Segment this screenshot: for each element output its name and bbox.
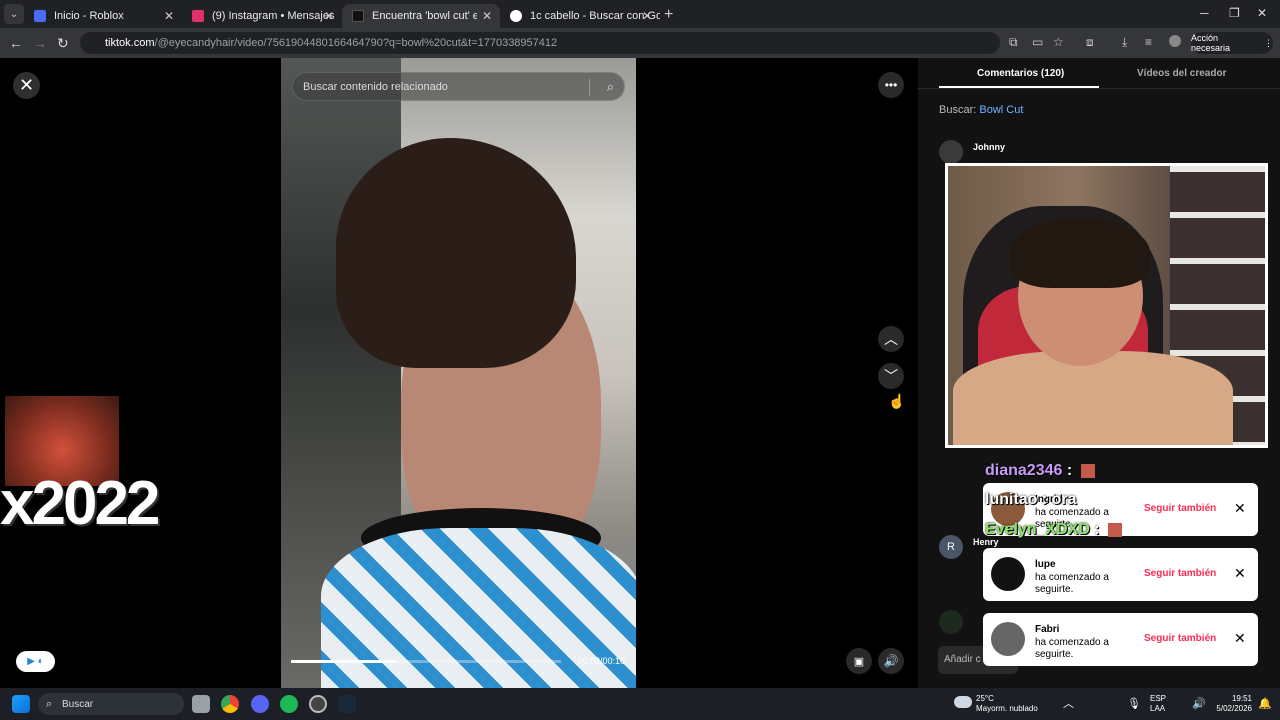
microphone-icon[interactable]: 🎙 (1127, 699, 1141, 710)
taskbar-search[interactable]: Buscar (38, 693, 184, 715)
close-icon[interactable]: ✕ (164, 9, 174, 23)
forward-icon[interactable]: → (33, 35, 47, 51)
tab-tiktok[interactable]: Encuentra 'bowl cut' en Tik ✕ (342, 4, 500, 28)
search-suggestion[interactable]: Buscar: Bowl Cut (939, 104, 1023, 116)
google-icon (510, 10, 522, 22)
chrome-icon[interactable] (221, 695, 239, 713)
tab-creator-videos[interactable]: Vídeos del creador (1137, 68, 1226, 79)
mouse-cursor-icon: ☝ (888, 393, 906, 409)
instagram-icon (192, 10, 204, 22)
floating-player-button[interactable]: ▣ (846, 648, 872, 674)
pip-toggle[interactable]: ▶ ◐ (16, 651, 55, 672)
follow-back-button[interactable]: Seguir también (1144, 633, 1216, 644)
video-progress-fill (291, 660, 397, 663)
translate-icon[interactable]: ⧉ (1009, 35, 1018, 50)
weather-icon[interactable] (954, 696, 972, 708)
profile-avatar[interactable] (1169, 35, 1181, 47)
tiktok-icon (352, 10, 364, 22)
tab-roblox[interactable]: Inicio - Roblox ✕ (24, 4, 182, 28)
tab-comments[interactable]: Comentarios (120) (977, 68, 1064, 79)
avatar (991, 557, 1025, 591)
spotify-icon[interactable] (280, 695, 298, 713)
minimize-button[interactable]: ─ (1200, 6, 1209, 20)
close-icon[interactable]: ✕ (1234, 565, 1246, 582)
close-icon[interactable]: ✕ (324, 9, 334, 23)
avatar (991, 622, 1025, 656)
emote-icon (1080, 463, 1095, 478)
cast-icon[interactable]: ▭ (1032, 35, 1043, 49)
notifications-icon[interactable]: 🔔 (1258, 699, 1272, 710)
webcam-overlay (945, 163, 1268, 448)
related-search-input[interactable]: Buscar contenido relacionado ⌕ (292, 72, 625, 101)
address-bar[interactable]: tiktok.com/@eyecandyhair/video/756190448… (80, 32, 1000, 54)
window-close-button[interactable]: ✕ (1257, 6, 1267, 20)
weather-widget[interactable]: 25°C Mayorm. nublado (976, 694, 1038, 714)
avatar[interactable]: R (939, 535, 963, 559)
avatar[interactable] (939, 610, 963, 634)
follow-back-button[interactable]: Seguir también (1144, 568, 1216, 579)
clock[interactable]: 19:51 5/02/2026 (1216, 694, 1252, 714)
chat-message: diana2346 : (985, 462, 1095, 480)
avatar[interactable] (939, 140, 963, 164)
tab-google[interactable]: 1c cabello - Buscar con Google ✕ (500, 4, 660, 28)
emote-icon (1108, 522, 1123, 537)
volume-tray-icon[interactable]: 🔊 (1192, 699, 1206, 710)
search-icon: ⌕ (46, 698, 53, 710)
maximize-button[interactable]: ❐ (1229, 6, 1240, 20)
chat-message: lunitao : ora (985, 491, 1077, 508)
close-icon[interactable]: ✕ (1234, 630, 1246, 647)
discord-icon[interactable] (251, 695, 269, 713)
comment-username[interactable]: Johnny (973, 142, 1005, 152)
follow-back-button[interactable]: Seguir también (1144, 503, 1216, 514)
file-explorer-icon[interactable] (192, 695, 210, 713)
video-hair (336, 138, 576, 368)
video-progress-bar[interactable] (291, 660, 561, 663)
close-video-button[interactable]: ✕ (13, 72, 40, 99)
video-player[interactable]: Buscar contenido relacionado ⌕ 00:03/00:… (281, 58, 636, 688)
follow-notification: Fabri ha comenzado a seguirte. Seguir ta… (983, 613, 1258, 666)
tab-search-button[interactable]: ⌄ (4, 4, 24, 24)
volume-icon[interactable]: 🔊 (878, 648, 904, 674)
close-icon[interactable]: ✕ (482, 9, 492, 23)
tray-overflow-icon[interactable]: ︿ (1063, 699, 1074, 710)
reload-icon[interactable]: ↻ (57, 35, 69, 52)
action-needed-button[interactable]: Acción necesaria ⋮ (1191, 32, 1273, 54)
steam-icon[interactable] (338, 695, 356, 713)
roblox-icon (34, 10, 46, 22)
language-indicator[interactable]: ESP LAA (1150, 694, 1166, 714)
active-tab-indicator (939, 86, 1099, 88)
close-icon[interactable]: ✕ (642, 9, 652, 23)
new-tab-button[interactable]: + (664, 6, 673, 24)
media-control-icon[interactable]: ≡ (1145, 35, 1152, 49)
next-video-button[interactable]: ﹀ (878, 363, 904, 389)
chat-message: Evelyn_XDXD : (985, 521, 1123, 539)
bookmark-star-icon[interactable]: ☆ (1053, 35, 1064, 49)
previous-video-button[interactable]: ︿ (878, 326, 904, 352)
more-options-button[interactable]: ••• (878, 72, 904, 98)
back-icon[interactable]: ← (9, 35, 23, 51)
video-time: 00:03/00:10 (577, 656, 625, 666)
obs-icon[interactable] (309, 695, 327, 713)
tab-instagram[interactable]: (9) Instagram • Mensajes ✕ (182, 4, 342, 28)
download-icon[interactable]: ⤓ (1122, 35, 1127, 50)
close-icon[interactable]: ✕ (1234, 500, 1246, 517)
start-icon[interactable] (12, 695, 30, 713)
follow-notification: lupe ha comenzado a seguirte. Seguir tam… (983, 548, 1258, 601)
overlay-year-text: x2022 (0, 469, 160, 538)
extensions-icon[interactable]: ⧈ (1086, 35, 1094, 50)
search-icon[interactable]: ⌕ (607, 79, 614, 95)
